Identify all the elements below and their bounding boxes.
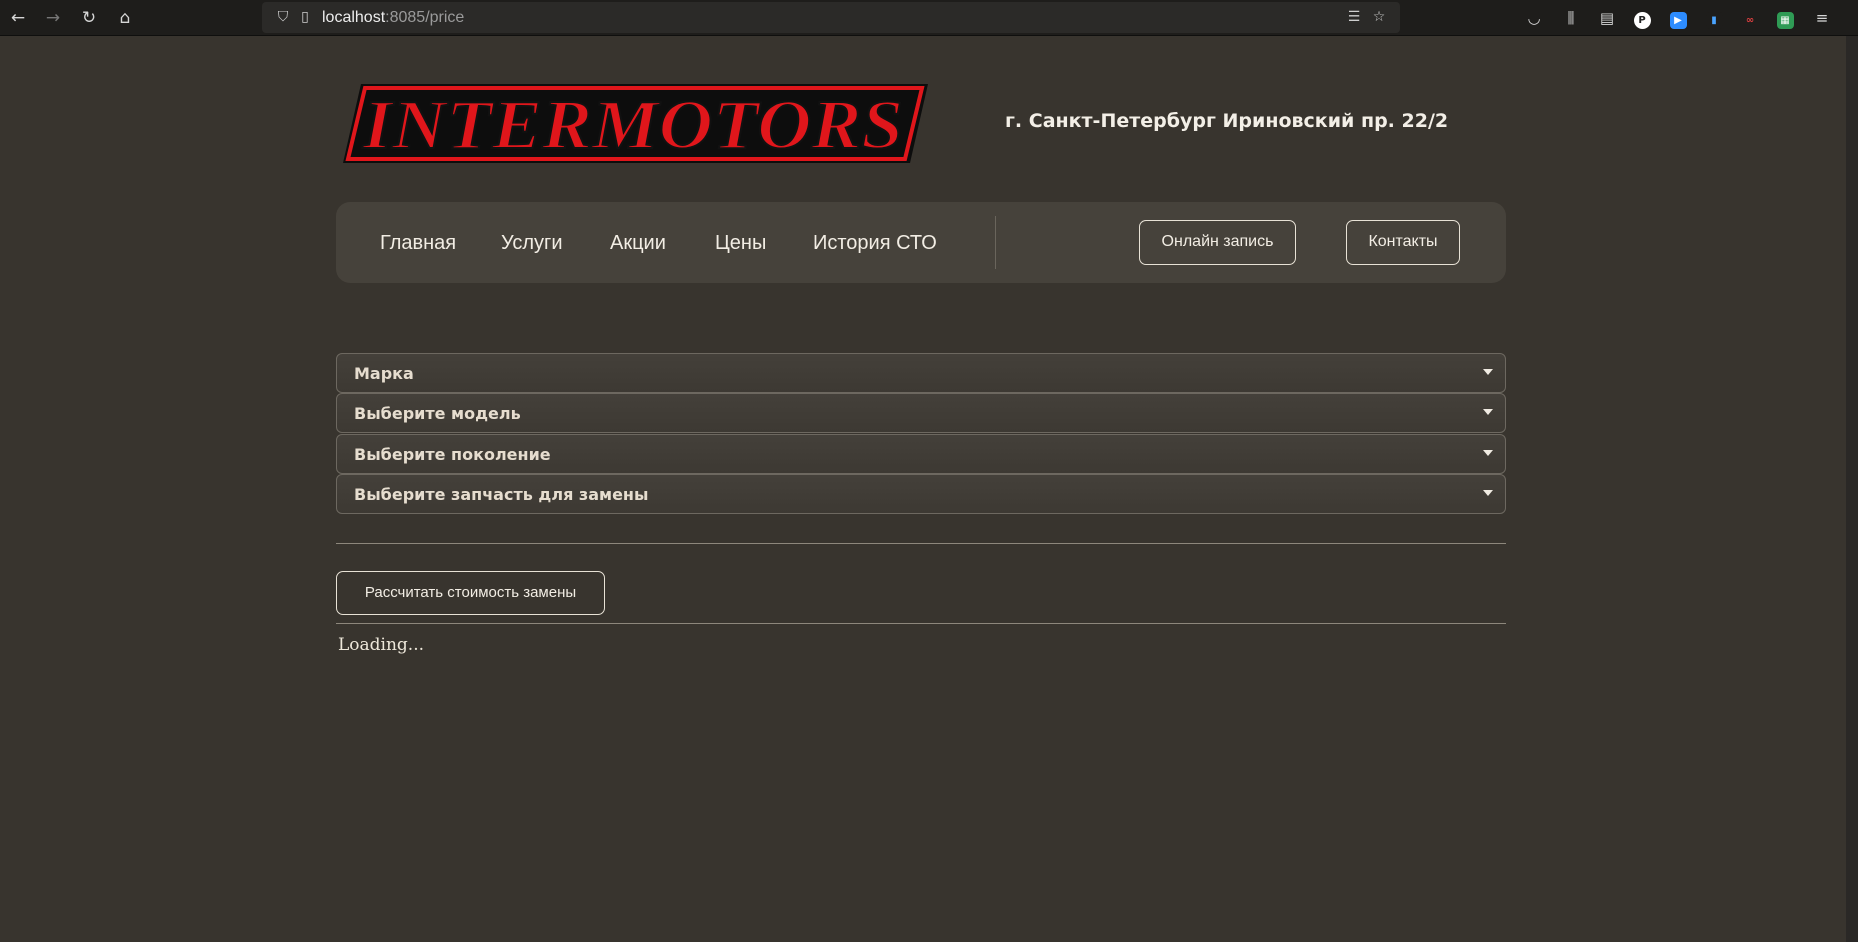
generation-select[interactable]: Выберите поколение <box>336 434 1506 474</box>
pocket-icon[interactable]: ◡ <box>1522 6 1546 30</box>
reader-view-icon[interactable]: ☰ <box>1343 6 1365 28</box>
menu-icon[interactable]: ≡ <box>1810 6 1834 30</box>
part-select[interactable]: Выберите запчасть для замены <box>336 474 1506 514</box>
shield-icon[interactable]: ⛉ <box>272 6 294 28</box>
side-panel-strip <box>1846 36 1858 942</box>
chevron-down-icon <box>1483 450 1493 456</box>
library-icon[interactable]: ⫼ <box>1559 6 1583 30</box>
address-bar[interactable]: ⛉ ▯ localhost:8085/price ☰ ☆ <box>262 2 1400 33</box>
back-icon[interactable]: ← <box>6 6 30 30</box>
url-host: localhost <box>322 9 386 26</box>
brand-select-label: Марка <box>354 364 414 383</box>
browser-toolbar: ← → ↻ ⌂ ⛉ ▯ localhost:8085/price ☰ ☆ ◡ ⫼… <box>0 0 1858 36</box>
loading-status: Loading... <box>338 635 425 655</box>
home-icon[interactable]: ⌂ <box>113 6 137 30</box>
nav-link-history[interactable]: История СТО <box>813 232 937 255</box>
reload-icon[interactable]: ↻ <box>77 6 101 30</box>
contacts-button[interactable]: Контакты <box>1346 220 1460 265</box>
nav-divider <box>995 216 996 269</box>
divider <box>336 623 1506 624</box>
divider <box>336 543 1506 544</box>
url-text[interactable]: localhost:8085/price <box>322 9 464 27</box>
address-text: г. Санкт-Петербург Ириновский пр. 22/2 <box>1005 110 1449 132</box>
calculate-cost-button[interactable]: Рассчитать стоимость замены <box>336 571 605 615</box>
logo-text: INTERMOTORS <box>362 87 903 163</box>
part-select-label: Выберите запчасть для замены <box>354 485 649 504</box>
nav-link-home[interactable]: Главная <box>380 232 456 255</box>
model-select-label: Выберите модель <box>354 404 521 423</box>
intermotors-logo[interactable]: INTERMOTORS <box>343 84 928 163</box>
main-navbar: Главная Услуги Акции Цены История СТО Он… <box>336 202 1506 283</box>
page-info-icon[interactable]: ▯ <box>294 6 316 28</box>
generation-select-label: Выберите поколение <box>354 445 551 464</box>
nav-link-services[interactable]: Услуги <box>501 232 563 255</box>
chevron-down-icon <box>1483 409 1493 415</box>
sidebar-icon[interactable]: ▤ <box>1595 6 1619 30</box>
model-select[interactable]: Выберите модель <box>336 393 1506 433</box>
bookmark-star-icon[interactable]: ☆ <box>1368 6 1390 28</box>
forward-icon[interactable]: → <box>41 6 65 30</box>
extension-chart-icon[interactable]: ▮ <box>1702 6 1726 30</box>
url-path: :8085/price <box>385 9 465 26</box>
chevron-down-icon <box>1483 490 1493 496</box>
brand-select[interactable]: Марка <box>336 353 1506 393</box>
online-booking-button[interactable]: Онлайн запись <box>1139 220 1296 265</box>
extension-grid-icon[interactable]: ▦ <box>1773 6 1797 30</box>
nav-link-prices[interactable]: Цены <box>715 232 766 255</box>
nav-link-promotions[interactable]: Акции <box>610 232 666 255</box>
extension-glasses-icon[interactable]: ∞ <box>1738 6 1762 30</box>
extension-p-icon[interactable]: P <box>1630 6 1654 30</box>
extension-zoom-icon[interactable]: ▶ <box>1666 6 1690 30</box>
chevron-down-icon <box>1483 369 1493 375</box>
